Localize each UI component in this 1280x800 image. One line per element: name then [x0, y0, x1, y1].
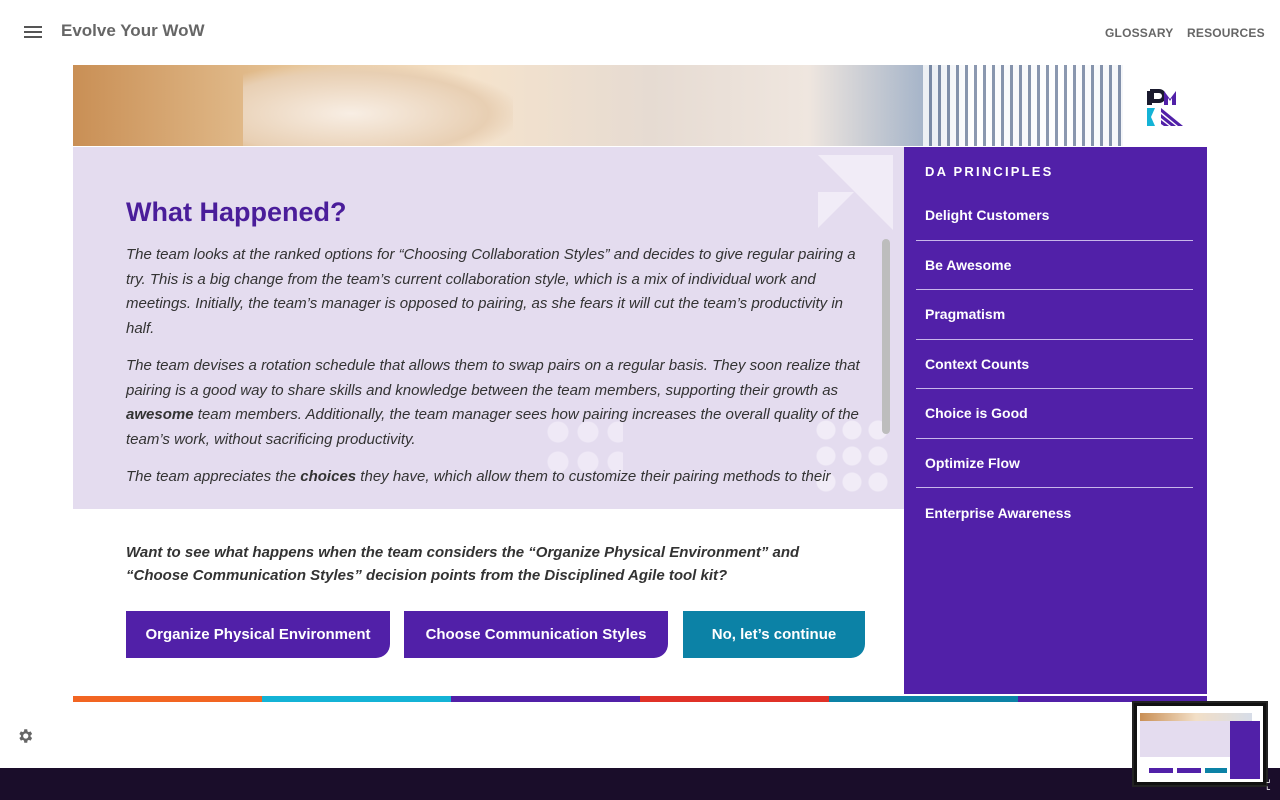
- thumb-button: [1149, 768, 1173, 773]
- page-heading: What Happened?: [126, 197, 347, 227]
- thumb-button: [1177, 768, 1201, 773]
- continue-button[interactable]: No, let’s continue: [683, 611, 865, 658]
- preview-thumbnail[interactable]: [1132, 701, 1268, 787]
- thumb-sidebar: [1230, 721, 1260, 779]
- sidebar-item-optimize-flow[interactable]: Optimize Flow: [916, 439, 1193, 488]
- choose-communication-styles-button[interactable]: Choose Communication Styles: [404, 611, 668, 658]
- nav-link-glossary[interactable]: GLOSSARY: [1105, 26, 1174, 40]
- pmi-logo: [1123, 65, 1207, 147]
- pmi-logo-icon: [1147, 89, 1183, 126]
- sidebar-item-context-counts[interactable]: Context Counts: [916, 340, 1193, 389]
- paragraph-text: The team looks at the ranked options for…: [126, 246, 856, 337]
- thumb-content: [1140, 721, 1230, 757]
- sidebar-list: Delight Customers Be Awesome Pragmatism …: [916, 191, 1193, 538]
- paragraph-text: The team appreciates the: [126, 468, 301, 485]
- paragraph-text: The team devises a rotation schedule tha…: [126, 357, 860, 399]
- app-title: Evolve Your WoW: [61, 21, 205, 40]
- sidebar-item-choice-is-good[interactable]: Choice is Good: [916, 389, 1193, 439]
- emphasis-choices: choices: [300, 468, 357, 485]
- sidebar-item-be-awesome[interactable]: Be Awesome: [916, 241, 1193, 290]
- content-panel: What Happened? The team looks at the ran…: [73, 147, 904, 509]
- paragraph-2: The team devises a rotation schedule tha…: [126, 354, 871, 452]
- stripe-segment: [262, 696, 451, 702]
- stripe-segment: [640, 696, 829, 702]
- sidebar-title: DA PRINCIPLES: [925, 164, 1054, 179]
- paragraph-1: The team looks at the ranked options for…: [126, 243, 871, 341]
- sidebar-item-pragmatism[interactable]: Pragmatism: [916, 290, 1193, 340]
- bottom-bar: [0, 768, 1280, 800]
- decorative-triangle-small: [818, 192, 854, 228]
- sidebar-item-enterprise-awareness[interactable]: Enterprise Awareness: [916, 488, 1193, 538]
- stripe-segment: [829, 696, 1018, 702]
- thumb-hero: [1140, 713, 1252, 721]
- color-stripe-bar: [73, 696, 1207, 702]
- thumb-button: [1205, 768, 1227, 773]
- content-scrollbar[interactable]: [882, 239, 890, 434]
- body-text: The team looks at the ranked options for…: [126, 243, 871, 503]
- nav-link-resources[interactable]: RESOURCES: [1187, 26, 1265, 40]
- stripe-segment: [451, 696, 640, 702]
- stripe-segment: [73, 696, 262, 702]
- paragraph-3: The team appreciates the choices they ha…: [126, 465, 871, 490]
- hero-stripes: [923, 65, 1123, 146]
- decision-question: Want to see what happens when the team c…: [126, 544, 800, 584]
- resize-handle-icon[interactable]: ⌟ ⌞: [1266, 775, 1278, 792]
- preview-thumbnail-content: [1137, 706, 1263, 782]
- gear-icon[interactable]: [16, 727, 34, 745]
- paragraph-text: they have, which allow them to customize…: [356, 468, 831, 485]
- principles-sidebar: DA PRINCIPLES Delight Customers Be Aweso…: [904, 147, 1207, 694]
- top-bar: Evolve Your WoW GLOSSARY RESOURCES: [0, 0, 1280, 64]
- hero-hands-shape: [243, 65, 513, 146]
- hamburger-menu-icon[interactable]: [24, 26, 42, 38]
- paragraph-text: team members. Additionally, the team man…: [126, 406, 859, 448]
- hero-image: [73, 65, 1123, 146]
- sidebar-item-delight-customers[interactable]: Delight Customers: [916, 191, 1193, 241]
- organize-physical-environment-button[interactable]: Organize Physical Environment: [126, 611, 390, 658]
- emphasis-awesome: awesome: [126, 406, 194, 423]
